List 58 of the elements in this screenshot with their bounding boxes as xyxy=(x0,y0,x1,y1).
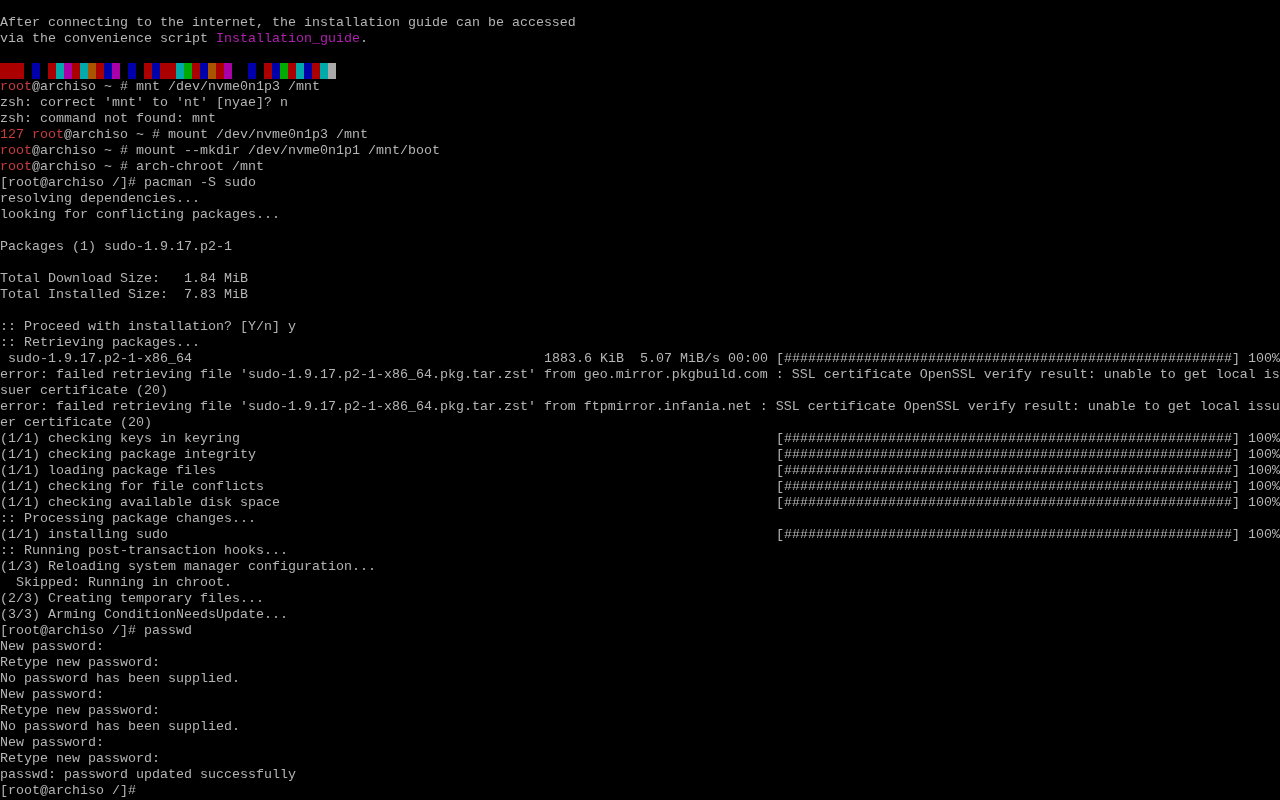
terminal-text: [root@archiso /]# pacman -S sudo xyxy=(0,175,256,191)
terminal-text: @archiso ~ # arch-chroot /mnt xyxy=(32,159,264,175)
progress-bar-text: [########################################################] 100% xyxy=(776,351,1280,367)
exit-status: 127 xyxy=(0,127,24,143)
terminal-text: No password has been supplied. xyxy=(0,671,240,687)
terminal-text: [root@archiso /]# xyxy=(0,783,136,799)
terminal-text: (2/3) Creating temporary files... xyxy=(0,591,264,607)
terminal-text: Retype new password: xyxy=(0,655,160,671)
terminal-text: Skipped: Running in chroot. xyxy=(15,575,232,591)
progress-bar-text: [########################################################] 100% xyxy=(776,431,1280,447)
terminal-text: (1/1) installing sudo xyxy=(0,527,169,543)
prompt-user: root xyxy=(0,143,32,159)
terminal-text: er certificate (20) xyxy=(0,415,152,431)
progress-bar-text: [########################################################] 100% xyxy=(776,479,1280,495)
terminal-text: @archiso ~ # mnt /dev/nvme0n1p3 /mnt xyxy=(32,79,320,95)
terminal-text: :: Proceed with installation? [Y/n] y xyxy=(0,319,296,335)
download-stats: 1883.6 KiB 5.07 MiB/s 00:00 xyxy=(544,351,768,367)
terminal-text: error: failed retrieving file 'sudo-1.9.17.p2-1-x86_64.pkg.tar.zst' from ftpmirror.infania.net : SSL certificate OpenSSL verify result: unable to get local issu xyxy=(0,399,1280,415)
terminal-text: (1/3) Reloading system manager configuration... xyxy=(0,559,376,575)
terminal-text: New password: xyxy=(0,687,104,703)
terminal-text: Retype new password: xyxy=(0,703,160,719)
terminal-text: :: Processing package changes... xyxy=(0,511,256,527)
terminal-text: After connecting to the internet, the installation guide can be accessed xyxy=(0,15,576,31)
progress-bar-text: [########################################################] 100% xyxy=(776,447,1280,463)
terminal-text: zsh: correct 'mnt' to 'nt' [nyae]? n xyxy=(0,95,288,111)
terminal-text: error: failed retrieving file 'sudo-1.9.17.p2-1-x86_64.pkg.tar.zst' from geo.mirror.pkgbuild.com : SSL certificate OpenSSL verify result: unable to get local is xyxy=(0,367,1280,383)
terminal-text: suer certificate (20) xyxy=(0,383,168,399)
terminal-text: :: Retrieving packages... xyxy=(0,335,200,351)
terminal-text: @archiso ~ # mount --mkdir /dev/nvme0n1p1 /mnt/boot xyxy=(32,143,440,159)
terminal-text: :: Running post-transaction hooks... xyxy=(0,543,288,559)
terminal-text: Packages (1) sudo-1.9.17.p2-1 xyxy=(0,239,232,255)
terminal-text: (3/3) Arming ConditionNeedsUpdate... xyxy=(0,607,288,623)
progress-bar-text: [########################################################] 100% xyxy=(776,527,1280,543)
terminal-text: (1/1) checking for file conflicts xyxy=(0,479,265,495)
terminal-text: via the convenience script xyxy=(0,31,209,47)
terminal-text: sudo-1.9.17.p2-1-x86_64 xyxy=(7,351,193,367)
terminal-text: New password: xyxy=(0,735,104,751)
terminal-text: zsh: command not found: mnt xyxy=(0,111,216,127)
terminal-text: looking for conflicting packages... xyxy=(0,207,280,223)
prompt-user: root xyxy=(0,159,32,175)
terminal-text: Total Installed Size: 7.83 MiB xyxy=(0,287,248,303)
terminal-text: (1/1) checking keys in keyring xyxy=(0,431,241,447)
terminal-text: No password has been supplied. xyxy=(0,719,240,735)
terminal-text: [root@archiso /]# passwd xyxy=(0,623,192,639)
terminal-text: Retype new password: xyxy=(0,751,160,767)
terminal-text: . xyxy=(359,31,368,47)
progress-bar-text: [########################################################] 100% xyxy=(776,495,1280,511)
terminal-text: resolving dependencies... xyxy=(0,191,200,207)
progress-bar-text: [########################################################] 100% xyxy=(776,463,1280,479)
terminal-text: Total Download Size: 1.84 MiB xyxy=(0,271,248,287)
prompt-user: root xyxy=(32,127,64,143)
terminal-text: (1/1) checking package integrity xyxy=(0,447,257,463)
terminal-text: New password: xyxy=(0,639,104,655)
terminal-text: (1/1) loading package files xyxy=(0,463,217,479)
terminal-text: (1/1) checking available disk space xyxy=(0,495,281,511)
prompt-user: root xyxy=(0,79,32,95)
terminal-text: @archiso ~ # mount /dev/nvme0n1p3 /mnt xyxy=(64,127,368,143)
terminal-text: passwd: password updated successfully xyxy=(0,767,296,783)
